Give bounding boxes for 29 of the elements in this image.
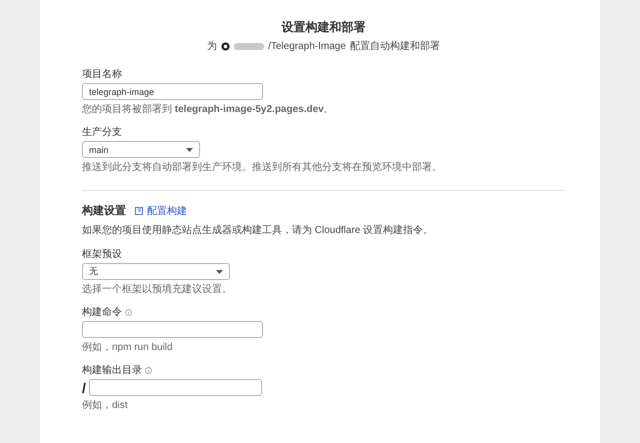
- field-hint: 推送到此分支将自动部署到生产环境。推送到所有其他分支将在预览环境中部署。: [82, 160, 443, 174]
- info-icon: [145, 366, 152, 374]
- field-label: 生产分支: [82, 126, 122, 139]
- info-icon: [125, 308, 132, 316]
- input-field[interactable]: [88, 379, 262, 396]
- field-label: 构建命令: [82, 306, 122, 319]
- field-hint: 例如，npm run build: [82, 341, 174, 354]
- repo-name: /Telegraph-Image: [268, 40, 346, 52]
- section-description: 如果您的项目使用静态站点生成器或构建工具，请为 Cloudflare 设置构建指令。: [82, 224, 434, 237]
- page-title: 设置构建和部署: [282, 19, 366, 36]
- input-field[interactable]: [82, 321, 263, 338]
- caret-icon: [186, 148, 193, 152]
- field-hint: 例如，dist: [82, 399, 129, 412]
- dropdown[interactable]: main: [82, 141, 200, 158]
- field-hint: 选择一个框架以预填充建议设置。: [82, 282, 233, 296]
- field-hint: 您的项目将被部署到 telegraph-image-5y2.pages.dev。: [82, 102, 335, 116]
- configure-build-link[interactable]: 配置构建: [135, 204, 187, 218]
- document-icon: [135, 206, 143, 214]
- blurred-text: [234, 42, 264, 50]
- section-title: 构建设置: [82, 204, 126, 218]
- subtitle-suffix: 配置自动构建和部署: [350, 40, 440, 53]
- subtitle-prefix: 为: [207, 40, 218, 53]
- input-field[interactable]: telegraph-image: [82, 83, 263, 100]
- path-prefix: /: [82, 380, 86, 396]
- dropdown[interactable]: 无: [82, 263, 230, 280]
- field-label: 构建输出目录: [82, 364, 142, 377]
- field-label: 项目名称: [82, 68, 122, 81]
- caret-icon: [216, 270, 223, 274]
- field-label: 框架预设: [82, 248, 122, 261]
